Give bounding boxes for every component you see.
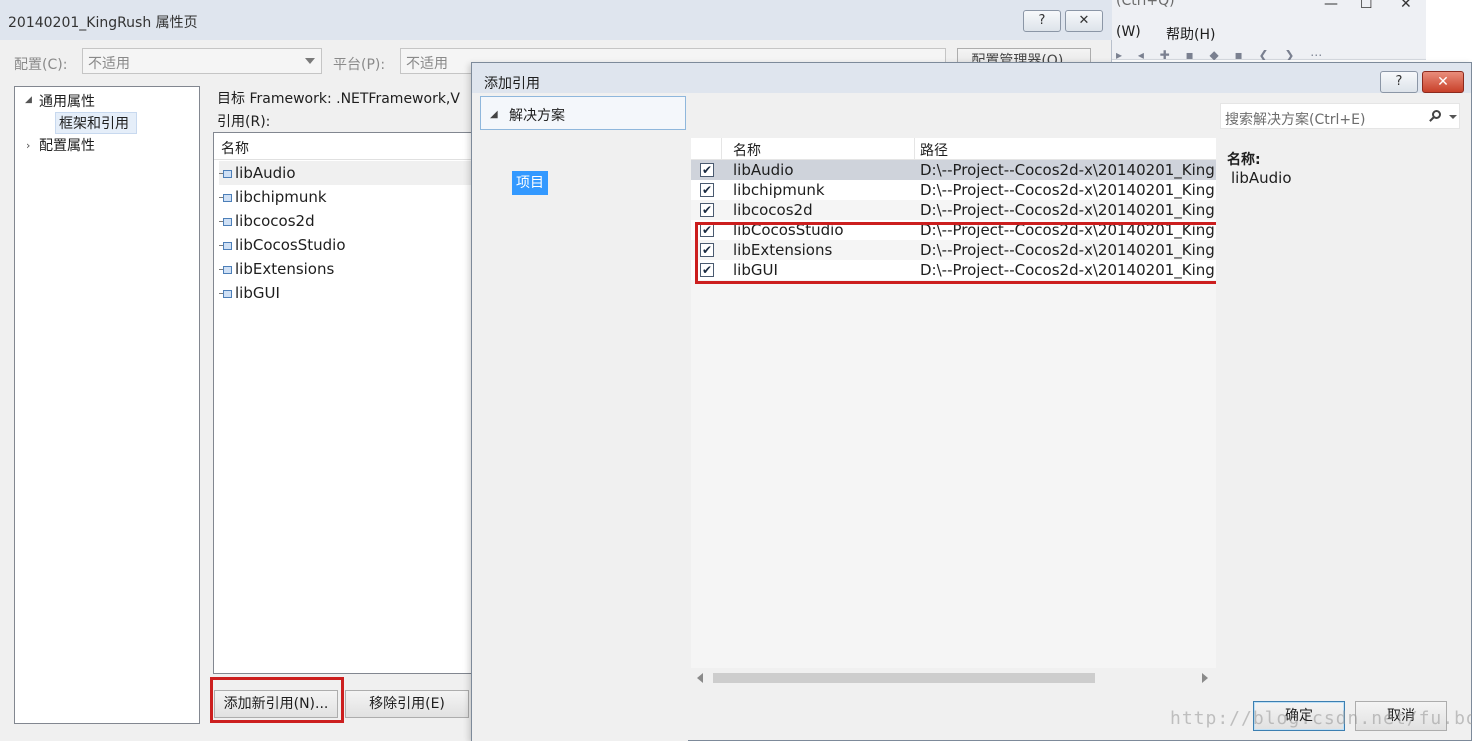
scroll-thumb[interactable] bbox=[713, 673, 1095, 683]
details-name-value: libAudio bbox=[1231, 169, 1292, 187]
menu-help[interactable]: 帮助(H) bbox=[1166, 24, 1215, 44]
chevron-down-icon[interactable] bbox=[1449, 115, 1457, 119]
cancel-button[interactable]: 取消 bbox=[1355, 701, 1447, 731]
horizontal-scrollbar[interactable] bbox=[691, 668, 1216, 688]
row-path: D:\--Project--Cocos2d-x\20140201_KingRus… bbox=[920, 161, 1216, 179]
reference-row[interactable]: libchipmunk bbox=[219, 185, 476, 209]
nav-node-label: 解决方案 bbox=[509, 108, 565, 124]
help-button[interactable]: ? bbox=[1023, 10, 1061, 32]
ok-button[interactable]: 确定 bbox=[1253, 701, 1345, 731]
grid-header: 名称 路径 bbox=[691, 138, 1216, 160]
row-path: D:\--Project--Cocos2d-x\20140201_KingRus… bbox=[920, 181, 1216, 199]
close-icon[interactable]: ✕ bbox=[1400, 0, 1412, 12]
reference-icon bbox=[219, 169, 233, 179]
scroll-left-icon[interactable] bbox=[697, 673, 703, 683]
highlight-box-selected-projects bbox=[695, 222, 1232, 284]
tree-item-general[interactable]: 通用属性 bbox=[39, 91, 95, 111]
search-input[interactable]: 搜索解决方案(Ctrl+E) bbox=[1225, 109, 1365, 129]
reference-row[interactable]: libCocosStudio bbox=[219, 233, 476, 257]
reference-icon bbox=[219, 217, 233, 227]
grid-row[interactable]: ✔ libcocos2d D:\--Project--Cocos2d-x\201… bbox=[691, 200, 1216, 220]
reference-name: libCocosStudio bbox=[235, 236, 346, 254]
chevron-down-icon bbox=[305, 58, 315, 64]
references-label: 引用(R): bbox=[217, 114, 271, 130]
maximize-icon[interactable]: ☐ bbox=[1360, 0, 1373, 12]
reference-icon bbox=[219, 241, 233, 251]
column-header-path[interactable]: 路径 bbox=[920, 140, 948, 160]
column-separator bbox=[721, 138, 722, 160]
reference-row[interactable]: libcocos2d bbox=[219, 209, 476, 233]
toolbar-icons[interactable]: ▸ ◂ ✚ ▪ ◆ ▪ ❮ ❯ ⋯ bbox=[1116, 50, 1416, 60]
config-label: 配置(C): bbox=[14, 57, 68, 73]
config-value: 不适用 bbox=[88, 56, 130, 72]
add-reference-dialog: 添加引用 ? ✕ ◢ 解决方案 项目 名称 路径 ✔ libAudio D:\-… bbox=[471, 62, 1472, 741]
dialog-titlebar: 添加引用 ? ✕ bbox=[472, 63, 1471, 93]
grid-row[interactable]: ✔ libchipmunk D:\--Project--Cocos2d-x\20… bbox=[691, 180, 1216, 200]
platform-label: 平台(P): bbox=[333, 57, 386, 73]
reference-name: libAudio bbox=[235, 164, 296, 182]
dialog-nav-pane: ◢ 解决方案 项目 bbox=[472, 93, 688, 741]
remove-reference-button[interactable]: 移除引用(E) bbox=[345, 690, 469, 718]
collapsed-arrow-icon[interactable]: › bbox=[26, 139, 30, 152]
close-button[interactable]: ✕ bbox=[1065, 10, 1103, 32]
menu-window[interactable]: (W) bbox=[1116, 24, 1141, 40]
reference-name: libcocos2d bbox=[235, 212, 315, 230]
dialog-close-button[interactable]: ✕ bbox=[1422, 71, 1464, 93]
reference-row[interactable]: libAudio bbox=[219, 161, 476, 185]
reference-icon bbox=[219, 289, 233, 299]
reference-name: libGUI bbox=[235, 284, 280, 302]
column-header-name[interactable]: 名称 bbox=[733, 140, 761, 160]
details-name-label: 名称: bbox=[1227, 152, 1261, 168]
config-select[interactable]: 不适用 bbox=[82, 48, 322, 74]
scroll-right-icon[interactable] bbox=[1202, 673, 1208, 683]
checkbox[interactable]: ✔ bbox=[700, 163, 714, 177]
nav-item-projects[interactable]: 项目 bbox=[512, 171, 548, 195]
row-name: libcocos2d bbox=[733, 201, 813, 219]
expanded-triangle-icon: ◢ bbox=[490, 109, 498, 120]
property-page-title: 20140201_KingRush 属性页 bbox=[8, 15, 198, 31]
search-icon[interactable] bbox=[1427, 107, 1445, 125]
references-list: 名称 libAudio libchipmunk libcocos2d libCo… bbox=[213, 132, 476, 674]
dialog-help-button[interactable]: ? bbox=[1380, 71, 1418, 93]
highlight-box-add-reference bbox=[210, 677, 344, 723]
reference-name: libchipmunk bbox=[235, 188, 327, 206]
nav-node-solution[interactable]: ◢ 解决方案 bbox=[480, 96, 686, 130]
references-list-header[interactable]: 名称 bbox=[214, 138, 476, 160]
reference-name: libExtensions bbox=[235, 260, 335, 278]
quick-launch-hint[interactable]: (Ctrl+Q) bbox=[1116, 0, 1175, 9]
row-path: D:\--Project--Cocos2d-x\20140201_KingRus… bbox=[920, 201, 1216, 219]
checkbox[interactable]: ✔ bbox=[700, 203, 714, 217]
projects-grid: 名称 路径 ✔ libAudio D:\--Project--Cocos2d-x… bbox=[691, 138, 1216, 688]
target-framework-label: 目标 Framework: .NETFramework,V bbox=[217, 91, 460, 107]
reference-row[interactable]: libExtensions bbox=[219, 257, 476, 281]
minimize-icon[interactable]: — bbox=[1324, 0, 1338, 12]
reference-icon bbox=[219, 265, 233, 275]
tree-item-configuration[interactable]: 配置属性 bbox=[39, 135, 95, 155]
reference-icon bbox=[219, 193, 233, 203]
row-name: libAudio bbox=[733, 161, 794, 179]
grid-row[interactable]: ✔ libAudio D:\--Project--Cocos2d-x\20140… bbox=[691, 160, 1216, 180]
row-name: libchipmunk bbox=[733, 181, 825, 199]
platform-value: 不适用 bbox=[406, 56, 448, 72]
settings-tree: ◢ 通用属性 框架和引用 › 配置属性 bbox=[14, 86, 200, 724]
column-separator bbox=[914, 138, 915, 160]
search-box[interactable]: 搜索解决方案(Ctrl+E) bbox=[1220, 103, 1460, 129]
property-page-titlebar: 20140201_KingRush 属性页 ? ✕ bbox=[0, 0, 1112, 40]
tree-item-framework-references[interactable]: 框架和引用 bbox=[59, 113, 129, 133]
checkbox[interactable]: ✔ bbox=[700, 183, 714, 197]
expanded-arrow-icon[interactable]: ◢ bbox=[25, 95, 32, 105]
dialog-title: 添加引用 bbox=[484, 76, 540, 92]
reference-row[interactable]: libGUI bbox=[219, 281, 476, 305]
